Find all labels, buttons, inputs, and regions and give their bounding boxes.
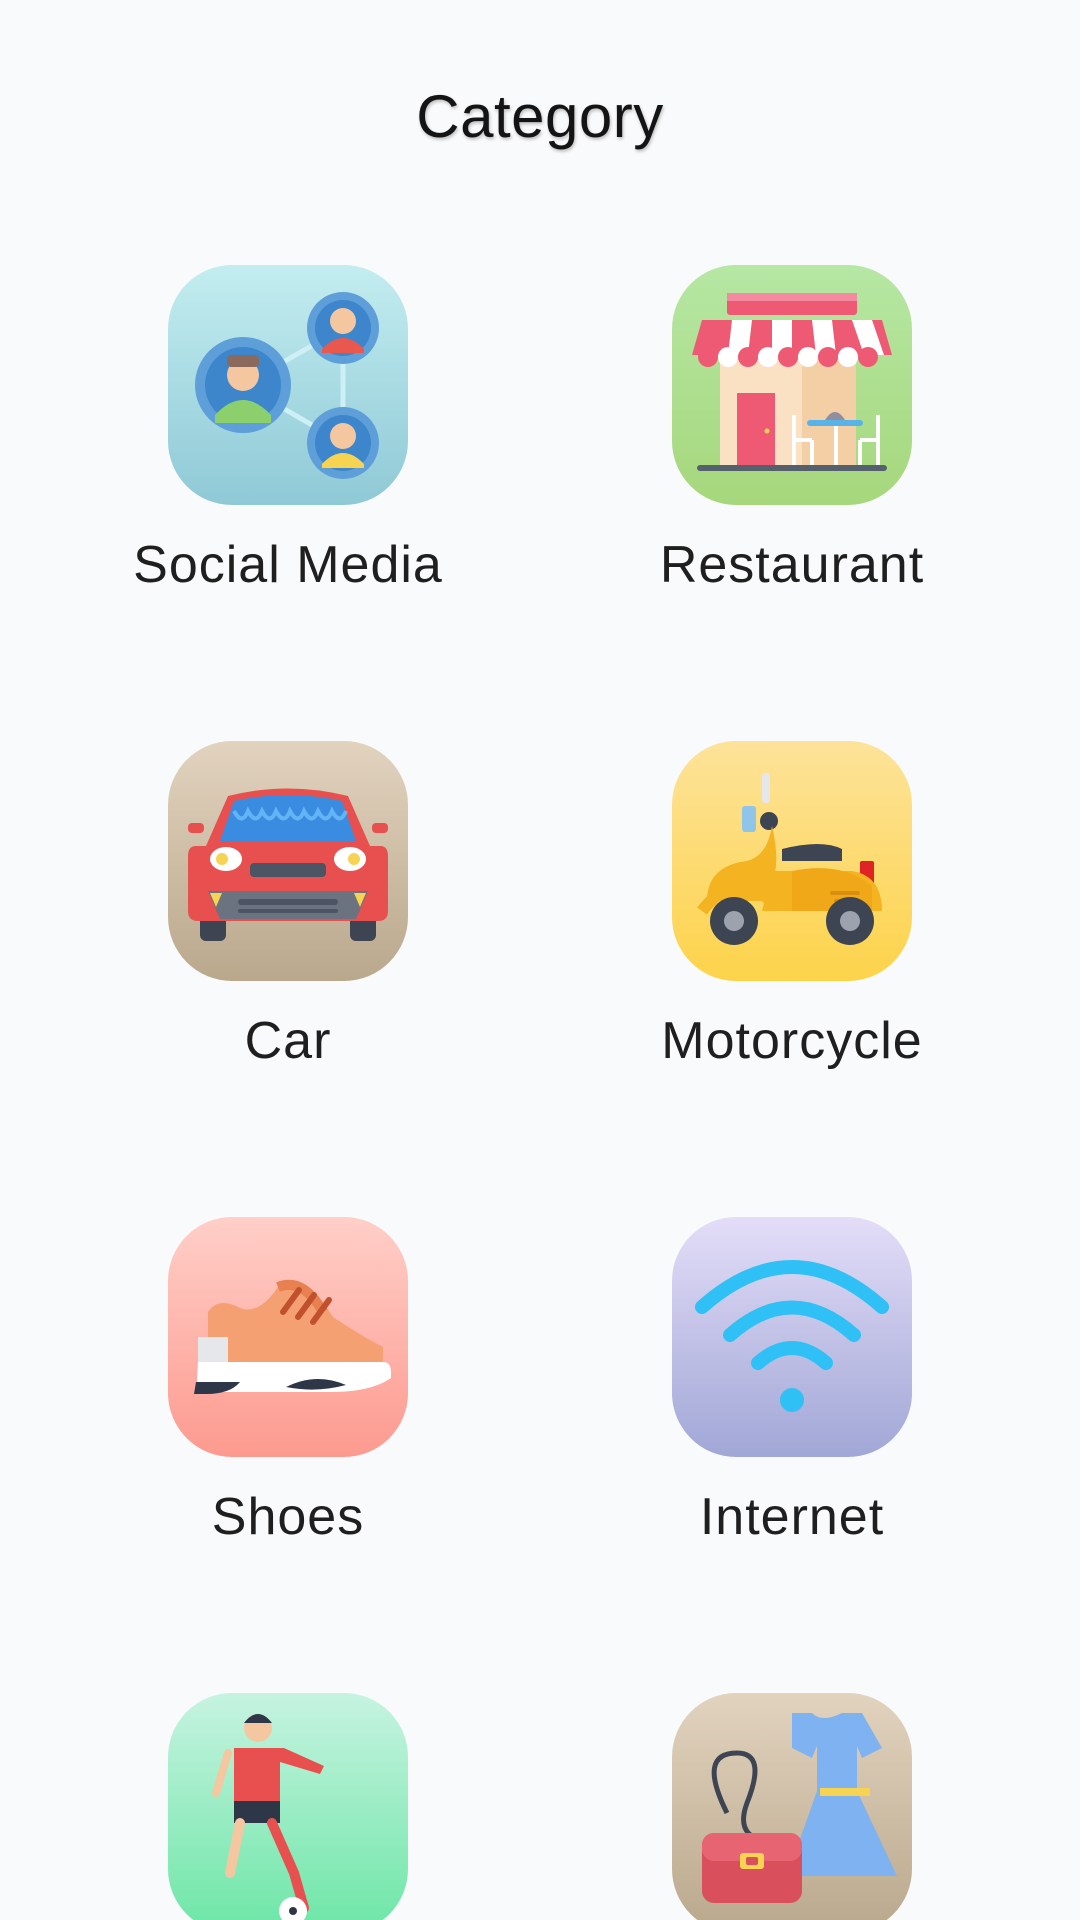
category-screen: Category Social Media Restaurant Car Mot… [0,0,1080,1920]
category-tile-shoes[interactable] [168,1217,408,1457]
restaurant-icon [672,265,912,505]
category-label-restaurant[interactable]: Restaurant [572,535,1012,595]
category-tile-restaurant[interactable] [672,265,912,505]
category-label-internet[interactable]: Internet [572,1487,1012,1547]
category-tile-car[interactable] [168,741,408,981]
soccer-player-icon [168,1693,408,1920]
category-label-social-media[interactable]: Social Media [68,535,508,595]
category-label-shoes[interactable]: Shoes [68,1487,508,1547]
car-icon [168,741,408,981]
category-tile-internet[interactable] [672,1217,912,1457]
category-tile-social-media[interactable] [168,265,408,505]
wifi-icon [672,1217,912,1457]
category-tile-motorcycle[interactable] [672,741,912,981]
page-title: Category [416,83,664,150]
motorcycle-icon [672,741,912,981]
shoes-icon [168,1217,408,1457]
category-label-car[interactable]: Car [68,1011,508,1071]
social-media-icon [168,265,408,505]
category-label-motorcycle[interactable]: Motorcycle [572,1011,1012,1071]
category-tile-sports[interactable] [168,1693,408,1920]
category-tile-fashion[interactable] [672,1693,912,1920]
dress-and-bag-icon [672,1693,912,1920]
